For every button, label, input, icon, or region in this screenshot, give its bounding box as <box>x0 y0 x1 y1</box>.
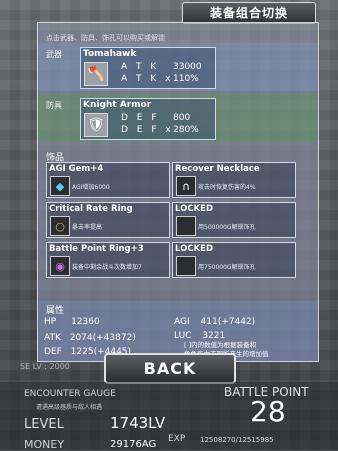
panel-hint: 点击武器、防具、饰孔可以购买或解锁 <box>46 34 165 42</box>
weapon-name: Tomahawk <box>83 49 137 59</box>
weapon-stat-1: A T K 33000 <box>121 62 202 72</box>
armor-stat1-name: D E F <box>121 113 160 123</box>
armor-icon: 🛡 <box>84 113 108 137</box>
accessory-desc: AGI增加6000 <box>72 184 110 191</box>
accessory-slot-6-locked[interactable]: LOCKED 用750000G解锁饰孔 <box>172 242 296 278</box>
necklace-icon: ∩ <box>176 176 196 196</box>
ring-icon: ○ <box>50 216 70 236</box>
atk-label: ATK <box>44 333 61 343</box>
def-label: DEF <box>44 347 62 357</box>
battle-point-value: 28 <box>250 395 286 428</box>
agi-label: AGI <box>174 317 190 327</box>
luc-label: LUC <box>174 331 192 341</box>
background-status-text: SE LV : 2000 <box>20 362 70 371</box>
atk-stat: ATK 2074(+43872) <box>44 333 136 343</box>
level-label: LEVEL <box>24 417 64 432</box>
armor-stat1-value: 800 <box>173 113 191 123</box>
armor-label: 防具 <box>46 101 62 110</box>
weapon-section: 武器 Tomahawk 🪓 A T K 33000 A T K x 110% <box>38 43 318 91</box>
encounter-gauge-label: ENCOUNTER GAUGE <box>24 389 116 399</box>
status-bar: ENCOUNTER GAUGE 遭遇高级器质与敌人相遇 LEVEL 1743LV… <box>0 382 338 451</box>
axe-icon: 🪓 <box>84 62 108 86</box>
back-button[interactable]: BACK <box>104 353 236 384</box>
accessory-slot-3[interactable]: Critical Rate Ring ○ 暴击率提高 <box>46 202 170 238</box>
hp-stat: HP 12360 <box>44 317 100 327</box>
hp-label: HP <box>44 317 57 327</box>
attributes-label: 属性 <box>46 306 65 316</box>
weapon-slot[interactable]: Tomahawk 🪓 A T K 33000 A T K x 110% <box>80 47 216 89</box>
agi-value: 411(+7442) <box>200 317 256 327</box>
attributes-section: 属性 HP 12360 AGI 411(+7442) ATK 2074(+438… <box>38 301 318 361</box>
accessory-title: LOCKED <box>175 204 214 214</box>
accessory-title: AGI Gem+4 <box>49 164 104 174</box>
luc-value: 3221 <box>202 331 226 341</box>
accessory-slot-1[interactable]: AGI Gem+4 ◆ AGI增加6000 <box>46 162 170 198</box>
weapon-stat-2: A T K x 110% <box>121 74 199 84</box>
weapon-stat2-value: 110% <box>173 74 199 84</box>
accessories-section: 饰品 AGI Gem+4 ◆ AGI增加6000 Recover Necklac… <box>38 145 318 298</box>
accessory-slot-5[interactable]: Battle Point Ring+3 ◉ 装备中剩余战斗次数增加7 <box>46 242 170 278</box>
accessory-title: Critical Rate Ring <box>49 204 133 214</box>
accessory-slot-4-locked[interactable]: LOCKED 用500000G解锁饰孔 <box>172 202 296 238</box>
exp-label: EXP <box>168 434 186 444</box>
armor-section: 防具 Knight Armor 🛡 D E F 800 D E F x 280% <box>38 94 318 142</box>
hp-value: 12360 <box>71 317 100 327</box>
armor-stat-1: D E F 800 <box>121 113 190 123</box>
accessory-title: LOCKED <box>175 244 214 254</box>
accessory-desc: 攻击时恢复伤害的4% <box>198 184 256 191</box>
weapon-label: 武器 <box>46 50 62 59</box>
empty-slot-icon <box>176 256 196 276</box>
note-line-1: [ ]内的数值为根据装备和 <box>184 341 257 349</box>
atk-value: 2074(+43872) <box>69 333 136 343</box>
accessory-desc: 用500000G解锁饰孔 <box>198 224 256 231</box>
equipment-panel: 点击武器、防具、饰孔可以购买或解锁 武器 Tomahawk 🪓 A T K 33… <box>37 22 319 362</box>
equipment-set-switch-button[interactable]: 装备组合切换 <box>182 2 316 24</box>
accessory-slot-2[interactable]: Recover Necklace ∩ 攻击时恢复伤害的4% <box>172 162 296 198</box>
accessory-title: Battle Point Ring+3 <box>49 244 144 254</box>
armor-slot[interactable]: Knight Armor 🛡 D E F 800 D E F x 280% <box>80 98 216 140</box>
level-value: 1743LV <box>110 414 166 432</box>
luc-stat: LUC 3221 <box>174 331 225 341</box>
empty-slot-icon <box>176 216 196 236</box>
accessory-desc: 暴击率提高 <box>72 224 103 231</box>
gem-icon: ◆ <box>50 176 70 196</box>
weapon-stat2-name: A T K x <box>121 74 174 84</box>
money-label: MONEY <box>24 438 65 451</box>
accessory-desc: 用750000G解锁饰孔 <box>198 264 256 271</box>
armor-stat2-name: D E F x <box>121 125 174 135</box>
accessory-desc: 装备中剩余战斗次数增加7 <box>72 264 142 271</box>
armor-stat2-value: 280% <box>173 125 199 135</box>
battle-ring-icon: ◉ <box>50 256 70 276</box>
accessory-title: Recover Necklace <box>175 164 260 174</box>
weapon-stat1-value: 33000 <box>173 62 202 72</box>
money-value: 29176AG <box>110 439 157 450</box>
weapon-stat1-name: A T K <box>121 62 160 72</box>
armor-stat-2: D E F x 280% <box>121 125 199 135</box>
armor-name: Knight Armor <box>83 100 152 110</box>
encounter-gauge-sub: 遭遇高级器质与敌人相遇 <box>36 404 103 411</box>
agi-stat: AGI 411(+7442) <box>174 317 255 327</box>
exp-value: 12508270/12515985 <box>200 436 274 444</box>
